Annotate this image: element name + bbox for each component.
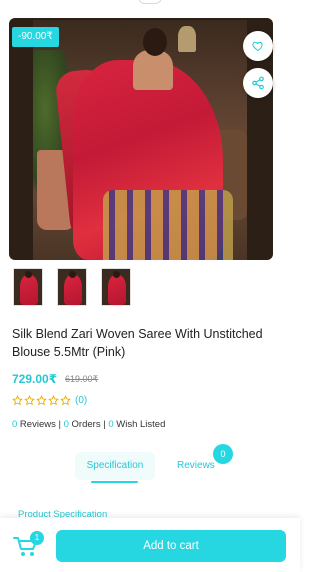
review-count[interactable]: (0) <box>75 395 87 406</box>
star-outline-icon <box>12 395 23 406</box>
reviews-label: Reviews | <box>17 419 64 430</box>
tab-active-indicator <box>91 481 138 483</box>
share-icon <box>252 76 264 90</box>
product-thumbnail[interactable] <box>57 268 87 306</box>
top-handle <box>138 0 162 4</box>
photo-lamp <box>178 26 196 52</box>
discount-badge: -90.00₹ <box>12 27 59 47</box>
star-outline-icon <box>48 395 59 406</box>
add-to-cart-button[interactable]: Add to cart <box>56 530 286 562</box>
cart-badge: 1 <box>30 531 44 545</box>
star-outline-icon <box>36 395 47 406</box>
product-title: Silk Blend Zari Woven Saree With Unstitc… <box>12 327 263 359</box>
thumbnail-strip <box>13 268 131 306</box>
tab-bar: Specification Reviews <box>0 450 300 490</box>
wishlist-label: Wish Listed <box>113 419 166 430</box>
product-stats: 0 Reviews | 0 Orders | 0 Wish Listed <box>12 419 165 430</box>
product-thumbnail[interactable] <box>13 268 43 306</box>
tab-specification[interactable]: Specification <box>75 452 155 480</box>
wishlist-button[interactable] <box>243 31 273 61</box>
bottom-bar: 1 Add to cart <box>0 518 300 572</box>
product-price: 729.00₹ <box>12 372 58 386</box>
product-photo <box>33 20 247 260</box>
product-old-price: 619.00₹ <box>65 374 99 384</box>
photo-saree-border <box>103 190 233 260</box>
heart-icon <box>252 41 263 52</box>
star-outline-icon <box>60 395 71 406</box>
share-button[interactable] <box>243 68 273 98</box>
orders-label: Orders | <box>68 419 109 430</box>
product-image-carousel[interactable] <box>9 18 273 260</box>
tab-reviews[interactable]: Reviews <box>177 460 215 471</box>
photo-model-back <box>133 50 173 90</box>
reviews-badge: 0 <box>213 444 233 464</box>
photo-model-head <box>143 28 167 56</box>
star-outline-icon <box>24 395 35 406</box>
product-thumbnail[interactable] <box>101 268 131 306</box>
rating-stars[interactable]: (0) <box>12 395 87 406</box>
